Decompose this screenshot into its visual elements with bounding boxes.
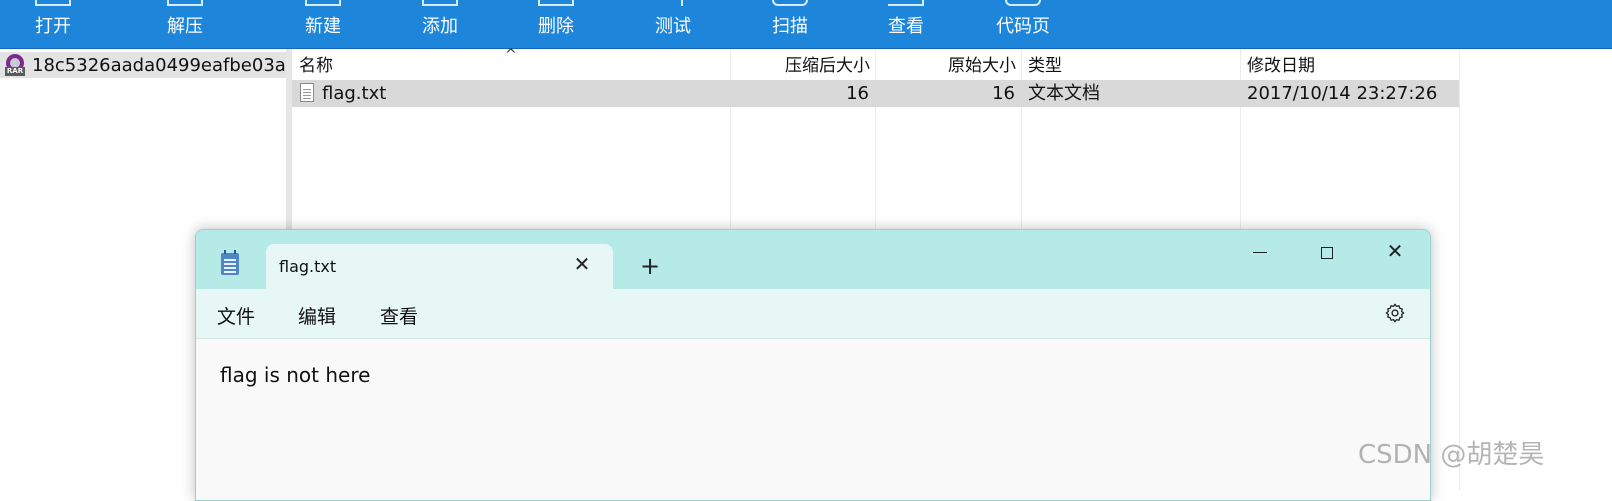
rar-archive-icon: RAR [4,54,26,76]
minimize-button[interactable] [1238,236,1282,266]
menu-view[interactable]: 查看 [380,302,418,329]
view-label: 查看 [888,16,924,37]
gear-icon[interactable] [1384,302,1406,324]
open-button[interactable]: 打开 [33,0,73,48]
tab-close-icon[interactable]: ✕ [572,252,592,276]
notepad-content: flag is not here [220,363,371,387]
notepad-menu-bar: 文件 编辑 查看 [196,289,1430,339]
delete-icon [538,0,574,6]
notepad-window: flag.txt ✕ + ✕ 文件 编辑 查看 flag is not here [195,229,1431,501]
delete-label: 删除 [538,16,574,37]
new-tab-icon[interactable]: + [637,253,663,279]
extract-label: 解压 [167,16,203,37]
extract-button[interactable]: 解压 [165,0,205,48]
scan-label: 扫描 [772,16,808,37]
cell-name: flag.txt [322,83,387,104]
toolbar: 打开 解压 新建 添加 删除 测试 扫描 查看 代码页 [0,0,1612,49]
archive-name: 18c5326aada0499eafbe03ad8 [32,54,286,76]
add-button[interactable]: 添加 [420,0,460,48]
close-icon: ✕ [1386,239,1404,263]
column-header-name[interactable]: 名称 [299,49,333,79]
test-icon [663,0,683,6]
view-icon [888,0,924,6]
tab-title: flag.txt [279,257,337,276]
view-button[interactable]: 查看 [886,0,926,48]
column-divider [1459,49,1460,491]
test-button[interactable]: 测试 [653,0,693,48]
column-header-type[interactable]: 类型 [1028,49,1062,79]
scan-icon [772,0,808,6]
cell-type: 文本文档 [1028,83,1100,104]
delete-button[interactable]: 删除 [536,0,576,48]
new-label: 新建 [305,16,341,37]
sort-ascending-icon: ^ [505,47,517,63]
extract-icon [167,0,203,6]
table-row[interactable]: flag.txt 16 16 文本文档 2017/10/14 23:27:26 [292,80,1459,107]
scan-button[interactable]: 扫描 [770,0,810,48]
menu-file[interactable]: 文件 [217,302,255,329]
cell-original: 16 [992,83,1015,104]
codepage-label: 代码页 [996,16,1050,37]
cell-modified: 2017/10/14 23:27:26 [1247,83,1438,104]
notepad-icon [221,250,239,275]
text-file-icon [300,83,314,102]
column-header-compressed[interactable]: 压缩后大小 [732,49,870,79]
globe-icon [1005,0,1041,6]
tree-item-archive[interactable]: RAR 18c5326aada0499eafbe03ad8 [0,52,286,78]
menu-edit[interactable]: 编辑 [298,302,336,329]
notepad-tab[interactable]: flag.txt ✕ [266,244,613,289]
maximize-icon [1321,246,1333,259]
minimize-icon [1253,252,1267,253]
new-button[interactable]: 新建 [303,0,343,48]
test-label: 测试 [655,16,691,37]
notepad-title-bar[interactable]: flag.txt ✕ + ✕ [196,230,1430,289]
open-label: 打开 [35,16,71,37]
add-icon [422,0,458,6]
column-header-original[interactable]: 原始大小 [877,49,1016,79]
notepad-text-area[interactable]: flag is not here [196,339,1430,500]
add-label: 添加 [422,16,458,37]
open-icon [35,0,71,6]
column-header-modified[interactable]: 修改日期 [1247,49,1315,79]
maximize-button[interactable] [1305,236,1349,266]
close-button[interactable]: ✕ [1373,236,1417,266]
watermark: CSDN @胡楚昊 [1358,440,1545,470]
cell-compressed: 16 [846,83,869,104]
codepage-button[interactable]: 代码页 [995,0,1051,48]
new-icon [305,0,341,6]
